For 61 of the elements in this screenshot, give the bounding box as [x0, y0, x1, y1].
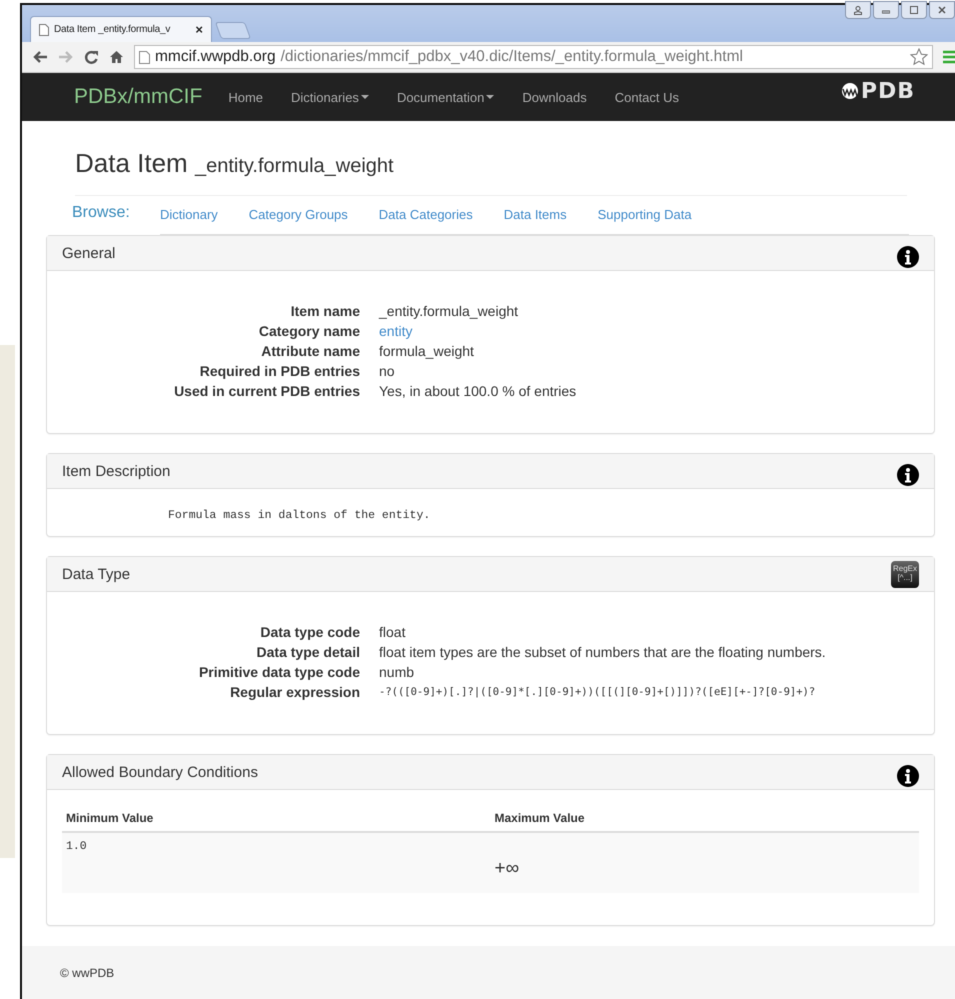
person-icon[interactable]: [854, 6, 862, 14]
browser-tab[interactable]: Data Item _entity.formula_v ×: [30, 16, 212, 42]
nav-link[interactable]: Contact Us: [600, 90, 694, 104]
description-text: Formula mass in daltons of the entity.: [168, 509, 430, 522]
field-value: numb: [379, 663, 416, 682]
panel-title: Item Description: [62, 462, 172, 480]
info-icon[interactable]: [897, 765, 919, 787]
reload-icon[interactable]: [84, 50, 99, 64]
field-value: float: [379, 623, 406, 642]
field-label: Data type code: [259, 623, 360, 642]
browse-label: Browse:: [72, 204, 131, 223]
regex-icon[interactable]: RegEx [^...]: [891, 560, 919, 588]
nav-link[interactable]: Dictionaries: [277, 90, 383, 104]
browse-link[interactable]: Category Groups: [248, 196, 363, 234]
maximize-icon[interactable]: [910, 6, 918, 14]
field-label: Used in current PDB entries: [173, 382, 360, 401]
field-label: Data type detail: [256, 643, 360, 662]
maximize-button[interactable]: [901, 1, 927, 19]
field-label: Required in PDB entries: [198, 362, 360, 381]
user-button[interactable]: [845, 1, 871, 19]
table-cell: +∞: [490, 832, 919, 893]
field-value: formula_weight: [379, 342, 475, 361]
close-icon[interactable]: ×: [195, 22, 203, 37]
info-icon[interactable]: [897, 464, 919, 486]
field-label: Attribute name: [260, 342, 360, 361]
page-title: Data Item: [75, 148, 188, 178]
back-icon[interactable]: [32, 50, 48, 64]
menu-icon[interactable]: [943, 50, 955, 64]
field-value: float item types are the subset of numbers that are the floating numbers.: [379, 643, 827, 662]
field-label: Item name: [290, 302, 360, 321]
field-label: Regular expression: [229, 683, 360, 702]
browse-link[interactable]: Data Items: [504, 196, 582, 234]
field-label: Primitive data type code: [198, 663, 360, 682]
field-value: Yes, in about 100.0 % of entries: [379, 382, 578, 401]
browse-link[interactable]: Data Categories: [378, 196, 488, 234]
site-logo[interactable]: PDB: [840, 78, 915, 104]
panel-title: General: [62, 244, 116, 262]
table-cell: 1.0: [62, 832, 490, 893]
nav-link[interactable]: Documentation: [382, 90, 508, 104]
panel-title: Data Type: [62, 566, 132, 582]
field-value: no: [379, 362, 396, 381]
home-icon[interactable]: [109, 50, 124, 64]
nav-link[interactable]: Downloads: [508, 90, 601, 104]
tab-title: Data Item _entity.formula_v: [54, 24, 172, 35]
field-link[interactable]: entity: [379, 321, 919, 341]
minimize-button[interactable]: [873, 1, 899, 19]
info-icon[interactable]: [897, 246, 919, 268]
copyright-text: © wwPDB: [60, 966, 114, 980]
panel-title: Allowed Boundary Conditions: [62, 764, 259, 780]
field-value: -?(([0-9]+)[.]?|([0-9]*[.][0-9]+))([[(][0-9]+[)]])?([eE][+-]?[0-9]+)?: [379, 685, 816, 700]
close-icon[interactable]: [938, 6, 946, 14]
browse-link[interactable]: Dictionary: [160, 196, 233, 234]
field-value: _entity.formula_weight: [379, 302, 520, 321]
page-icon: [39, 24, 49, 36]
nav-link[interactable]: Home: [214, 90, 278, 104]
field-label: Category name: [258, 322, 360, 341]
site-brand[interactable]: PDBx/mmCIF: [74, 85, 202, 109]
close-button[interactable]: [929, 1, 955, 19]
address-bar[interactable]: mmcif.wwpdb.org /dictionaries/mmcif_pdbx_v40.dic/Items/_entity.formula_weight.html: [134, 45, 933, 69]
browse-link[interactable]: Supporting Data: [598, 196, 707, 234]
item-name: _entity.formula_weight: [194, 155, 394, 177]
